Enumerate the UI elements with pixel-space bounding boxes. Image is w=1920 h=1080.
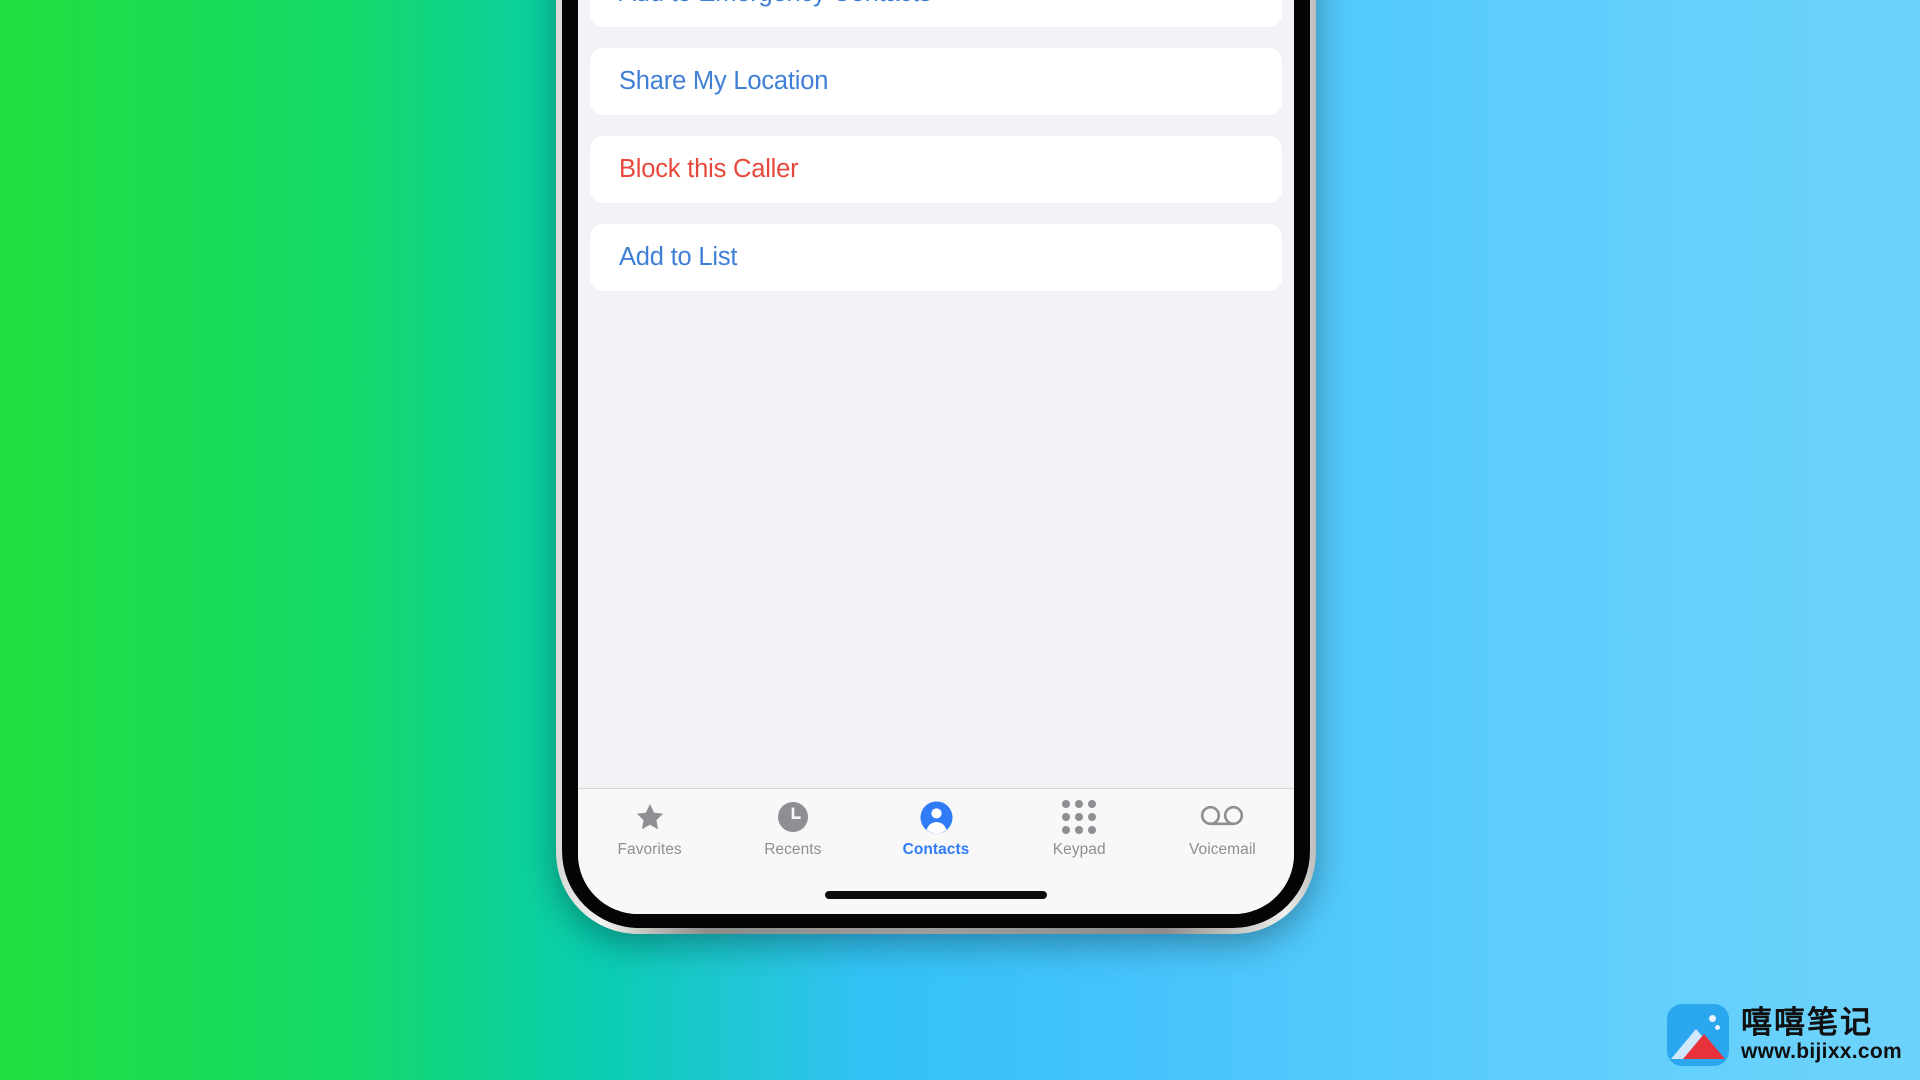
tab-label-recents: Recents xyxy=(764,841,822,858)
tab-favorites[interactable]: Favorites xyxy=(578,798,721,875)
action-row-add-to-list[interactable]: Add to List xyxy=(590,224,1282,291)
star-icon xyxy=(633,798,667,836)
watermark: 嘻嘻笔记 www.bijixx.com xyxy=(1667,1004,1902,1066)
action-label-block-this-caller: Block this Caller xyxy=(619,155,799,183)
action-label-add-to-emergency-contacts: Add to Emergency Contacts xyxy=(619,0,932,8)
voicemail-icon xyxy=(1200,798,1244,836)
action-group-block: Block this Caller xyxy=(590,136,1282,203)
action-group-list: Add to List xyxy=(590,224,1282,291)
tab-bar: Favorites Recents Contacts Keypad Voicem… xyxy=(578,788,1294,914)
clock-icon xyxy=(776,798,810,836)
action-group-emergency: Add to Emergency Contacts xyxy=(590,0,1282,27)
tab-keypad[interactable]: Keypad xyxy=(1008,798,1151,875)
action-label-add-to-list: Add to List xyxy=(619,243,738,271)
keypad-grid-icon xyxy=(1062,798,1097,836)
tab-label-contacts: Contacts xyxy=(902,841,970,858)
phone-device: Send Message Share Contact Add to Favori… xyxy=(556,0,1316,934)
contact-actions-list[interactable]: Send Message Share Contact Add to Favori… xyxy=(578,0,1294,788)
tab-label-favorites: Favorites xyxy=(617,841,682,858)
brand-logo-icon xyxy=(1667,1004,1730,1066)
home-indicator[interactable] xyxy=(825,891,1047,899)
person-circle-icon xyxy=(919,798,954,836)
tab-voicemail[interactable]: Voicemail xyxy=(1151,798,1294,875)
tab-label-keypad: Keypad xyxy=(1052,841,1106,858)
action-label-share-my-location: Share My Location xyxy=(619,67,829,95)
action-row-block-this-caller[interactable]: Block this Caller xyxy=(590,136,1282,203)
action-group-location: Share My Location xyxy=(590,48,1282,115)
watermark-url: www.bijixx.com xyxy=(1741,1039,1902,1063)
action-row-add-to-emergency-contacts[interactable]: Add to Emergency Contacts xyxy=(590,0,1282,27)
device-screen: Send Message Share Contact Add to Favori… xyxy=(578,0,1294,914)
tab-recents[interactable]: Recents xyxy=(721,798,864,875)
tab-label-voicemail: Voicemail xyxy=(1189,841,1256,858)
action-row-share-my-location[interactable]: Share My Location xyxy=(590,48,1282,115)
tab-contacts[interactable]: Contacts xyxy=(864,798,1007,875)
watermark-brand-name: 嘻嘻笔记 xyxy=(1741,1005,1874,1042)
